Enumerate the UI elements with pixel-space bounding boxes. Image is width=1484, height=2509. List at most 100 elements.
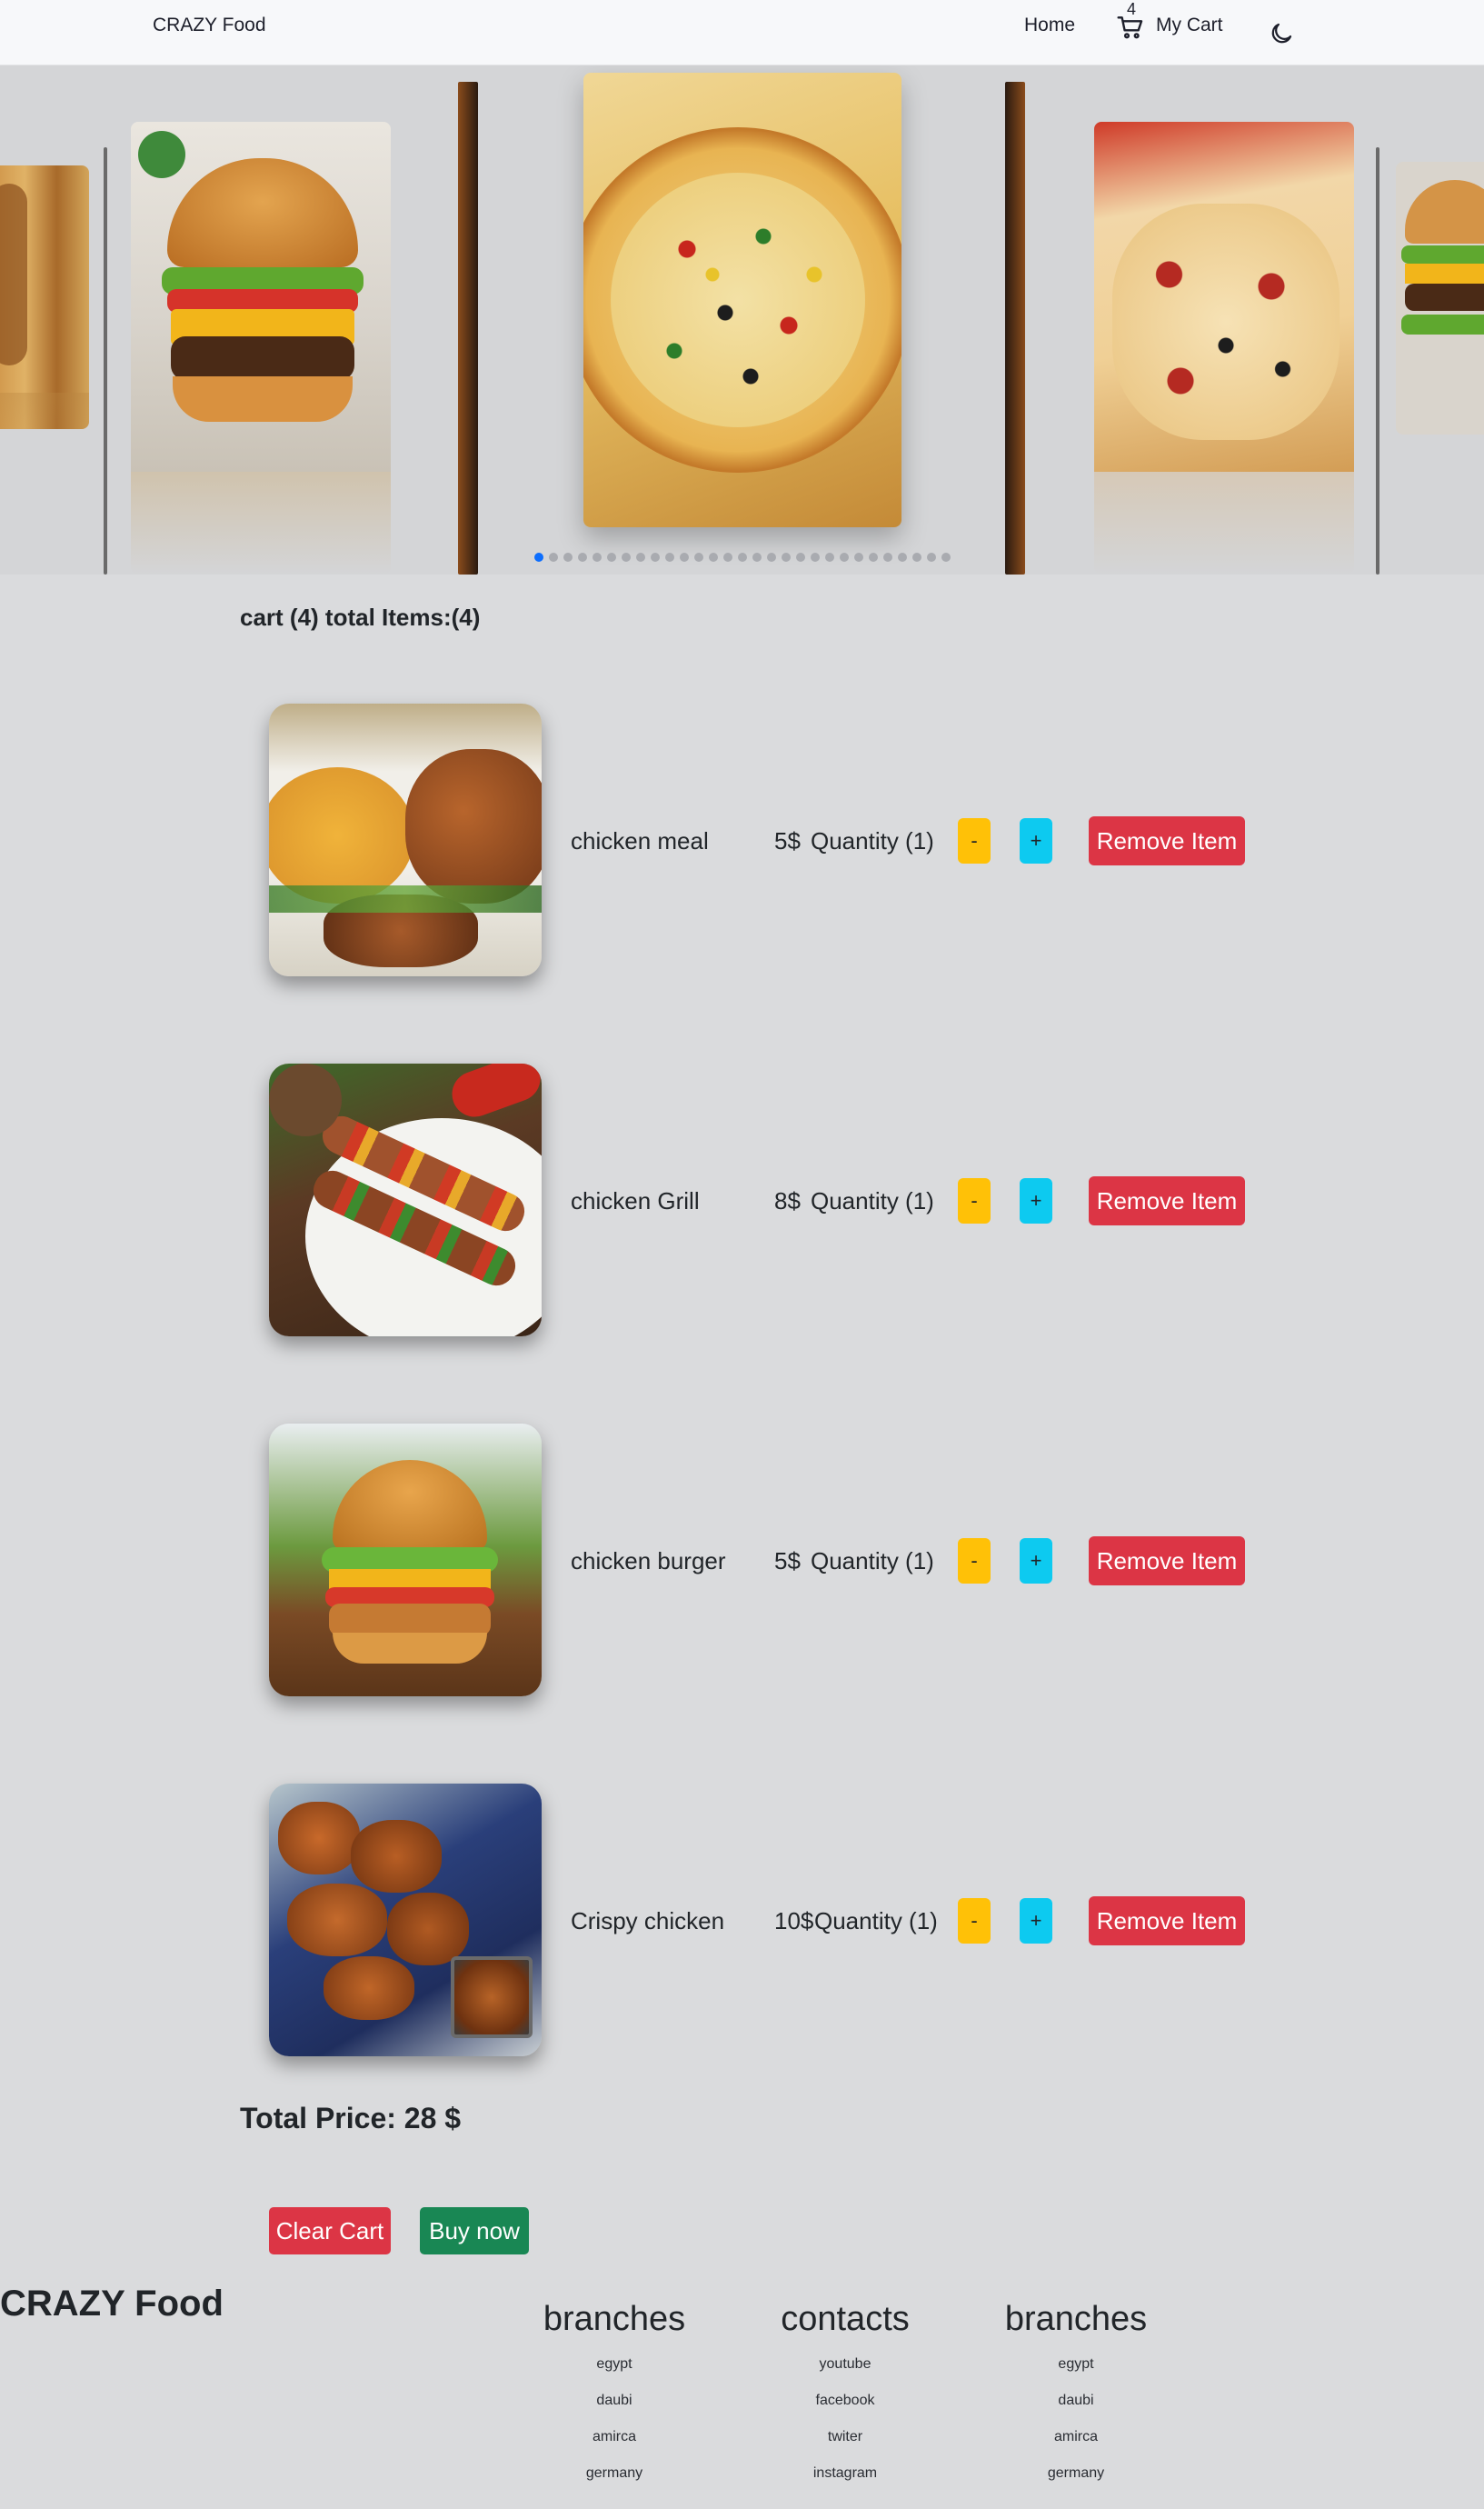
item-name: chicken Grill [571,1187,700,1215]
item-name: Crispy chicken [571,1907,725,1934]
footer-column-contacts: contacts youtube facebook twiter instagr… [736,2300,954,2492]
carousel-slide-burger[interactable] [131,122,391,575]
carousel-indicator-dot[interactable] [941,553,951,562]
item-image-chicken-burger [269,1424,542,1696]
cart-item: chicken burger 5$ Quantity (1) - + Remov… [269,1424,1269,1696]
increase-quantity-button[interactable]: + [1020,818,1052,864]
carousel-slide-edge [1005,82,1025,575]
carousel-indicator-dot[interactable] [767,553,776,562]
item-quantity: Quantity (1) [811,827,934,855]
carousel-indicator-dot[interactable] [563,553,573,562]
moon-icon[interactable] [1268,20,1295,47]
navbar: CRAZY Food Home 4 My Cart [0,0,1484,65]
item-image-crispy-chicken [269,1784,542,2056]
carousel-indicator-dot[interactable] [651,553,660,562]
carousel-slide-edge [104,147,107,575]
item-price: 8$ [774,1187,801,1215]
item-name: chicken burger [571,1547,726,1574]
buy-now-button[interactable]: Buy now [420,2207,529,2254]
carousel-indicator-dot[interactable] [549,553,558,562]
carousel-indicator-dot[interactable] [752,553,762,562]
carousel-indicator-dot[interactable] [782,553,791,562]
item-price: 5$ [774,827,801,855]
carousel-indicator-dot[interactable] [593,553,602,562]
carousel-indicator-dot[interactable] [622,553,631,562]
increase-quantity-button[interactable]: + [1020,1538,1052,1584]
remove-item-button[interactable]: Remove Item [1089,816,1245,865]
brand-logo[interactable]: CRAZY Food [153,15,266,36]
remove-item-button[interactable]: Remove Item [1089,1176,1245,1225]
footer-column-title: contacts [781,2300,910,2338]
decrease-quantity-button[interactable]: - [958,1178,991,1224]
footer-link[interactable]: germany [967,2455,1185,2492]
carousel-indicator-dot[interactable] [840,553,849,562]
footer-column-branches-2: branches egypt daubi amirca germany [967,2300,1185,2492]
footer-link[interactable]: facebook [736,2383,954,2419]
carousel-slide-kebab[interactable] [0,165,89,429]
remove-item-button[interactable]: Remove Item [1089,1536,1245,1585]
cart-icon [1117,16,1143,39]
footer-link[interactable]: egypt [505,2346,723,2383]
item-quantity: Quantity (1) [811,1547,934,1574]
carousel-indicator-dot[interactable] [665,553,674,562]
carousel-indicator-dot[interactable] [898,553,907,562]
carousel-indicator-dot[interactable] [694,553,703,562]
carousel-slide-burger-2[interactable] [1396,162,1484,435]
item-name: chicken meal [571,827,709,855]
footer-link[interactable]: daubi [967,2383,1185,2419]
carousel-indicator-dot[interactable] [534,553,543,562]
decrease-quantity-button[interactable]: - [958,1898,991,1944]
carousel-indicator-dot[interactable] [883,553,892,562]
item-quantity: Quantity (1) [811,1187,934,1215]
carousel-indicator-dot[interactable] [607,553,616,562]
carousel-slide-pizza-slice[interactable] [1094,122,1354,575]
cart-item: Crispy chicken 10$ Quantity (1) - + Remo… [269,1784,1269,2056]
item-image-chicken-grill [269,1064,542,1336]
carousel-indicator-dot[interactable] [578,553,587,562]
footer-link[interactable]: amirca [967,2419,1185,2455]
footer-link[interactable]: egypt [967,2346,1185,2383]
footer-column-title: branches [1004,2300,1148,2338]
item-price: 5$ [774,1547,801,1574]
total-price: Total Price: 28 $ [240,2102,462,2134]
item-image-chicken-meal [269,704,542,976]
footer-link[interactable]: daubi [505,2383,723,2419]
carousel-indicator-dot[interactable] [854,553,863,562]
cart-summary-title: cart (4) total Items:(4) [240,604,481,631]
carousel-indicator-dot[interactable] [796,553,805,562]
footer-link[interactable]: youtube [736,2346,954,2383]
carousel-indicator-dot[interactable] [709,553,718,562]
increase-quantity-button[interactable]: + [1020,1898,1052,1944]
cart-item: chicken Grill 8$ Quantity (1) - + Remove… [269,1064,1269,1336]
carousel-indicator-dot[interactable] [912,553,921,562]
cart-label: My Cart [1156,15,1223,35]
footer-link[interactable]: instagram [736,2455,954,2492]
decrease-quantity-button[interactable]: - [958,818,991,864]
food-carousel[interactable] [0,65,1484,575]
item-quantity: Quantity (1) [814,1907,938,1934]
carousel-indicator-dot[interactable] [927,553,936,562]
footer-link[interactable]: twiter [736,2419,954,2455]
decrease-quantity-button[interactable]: - [958,1538,991,1584]
carousel-indicators [534,553,951,562]
item-price: 10$ [774,1907,814,1934]
carousel-indicator-dot[interactable] [825,553,834,562]
clear-cart-button[interactable]: Clear Cart [269,2207,391,2254]
carousel-slide-edge [458,82,478,575]
footer-brand: CRAZY Food [0,2284,224,2324]
footer-link[interactable]: germany [505,2455,723,2492]
carousel-indicator-dot[interactable] [636,553,645,562]
remove-item-button[interactable]: Remove Item [1089,1896,1245,1945]
carousel-indicator-dot[interactable] [869,553,878,562]
footer-column-branches: branches egypt daubi amirca germany [505,2300,723,2492]
cart-item: chicken meal 5$ Quantity (1) - + Remove … [269,704,1269,976]
carousel-indicator-dot[interactable] [723,553,732,562]
footer-column-title: branches [543,2300,686,2338]
carousel-slide-pizza-active[interactable] [583,73,901,527]
increase-quantity-button[interactable]: + [1020,1178,1052,1224]
nav-home-link[interactable]: Home [1024,15,1075,36]
footer-link[interactable]: amirca [505,2419,723,2455]
carousel-indicator-dot[interactable] [738,553,747,562]
carousel-indicator-dot[interactable] [680,553,689,562]
carousel-indicator-dot[interactable] [811,553,820,562]
